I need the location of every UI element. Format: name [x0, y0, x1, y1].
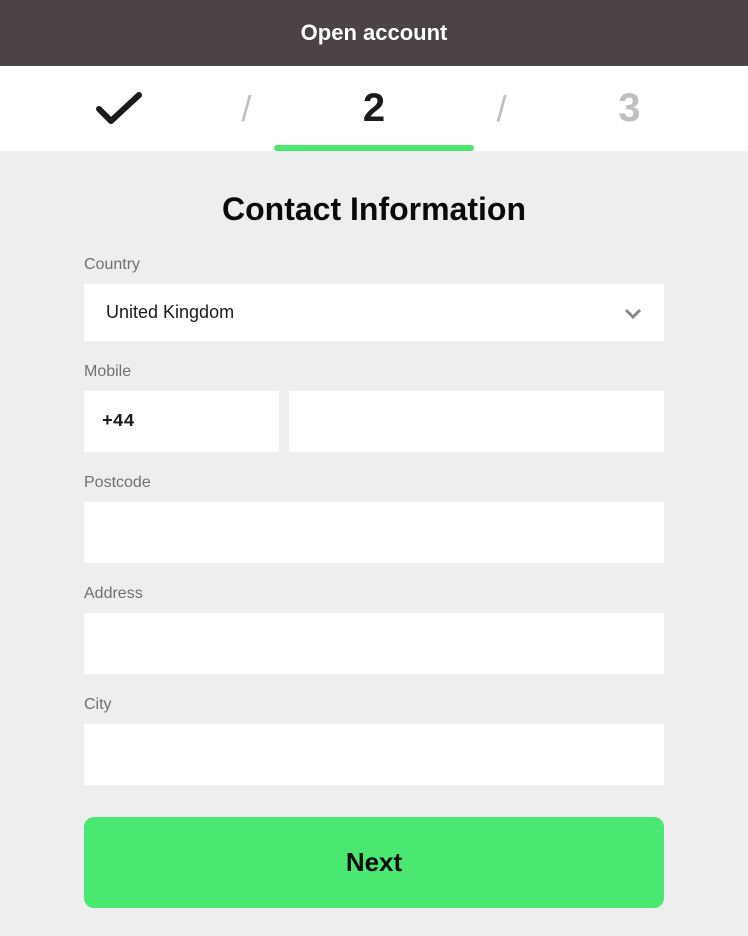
postcode-field-group: Postcode	[84, 474, 664, 563]
header-title: Open account	[301, 20, 448, 45]
postcode-label: Postcode	[84, 474, 664, 492]
mobile-label: Mobile	[84, 363, 664, 381]
country-select[interactable]: United Kingdom	[84, 284, 664, 341]
mobile-field-group: Mobile	[84, 363, 664, 452]
step-divider: /	[237, 88, 255, 130]
header-bar: Open account	[0, 0, 748, 66]
country-field-group: Country United Kingdom	[84, 256, 664, 341]
mobile-number-input[interactable]	[289, 391, 664, 452]
address-input[interactable]	[84, 613, 664, 674]
progress-stepper: / 2 / 3	[0, 66, 748, 151]
postcode-input[interactable]	[84, 502, 664, 563]
step-3-upcoming: 3	[511, 66, 748, 151]
city-field-group: City	[84, 696, 664, 785]
form-container: Contact Information Country United Kingd…	[0, 151, 748, 936]
country-value: United Kingdom	[106, 302, 234, 323]
page-title: Contact Information	[84, 191, 664, 228]
address-label: Address	[84, 585, 664, 603]
chevron-down-icon	[624, 307, 642, 319]
checkmark-icon	[95, 91, 143, 127]
next-button[interactable]: Next	[84, 817, 664, 908]
address-field-group: Address	[84, 585, 664, 674]
step-2-current: 2	[255, 66, 492, 151]
step-1-complete	[0, 66, 237, 151]
city-label: City	[84, 696, 664, 714]
mobile-prefix-input[interactable]	[84, 391, 279, 452]
city-input[interactable]	[84, 724, 664, 785]
country-label: Country	[84, 256, 664, 274]
step-divider: /	[493, 88, 511, 130]
